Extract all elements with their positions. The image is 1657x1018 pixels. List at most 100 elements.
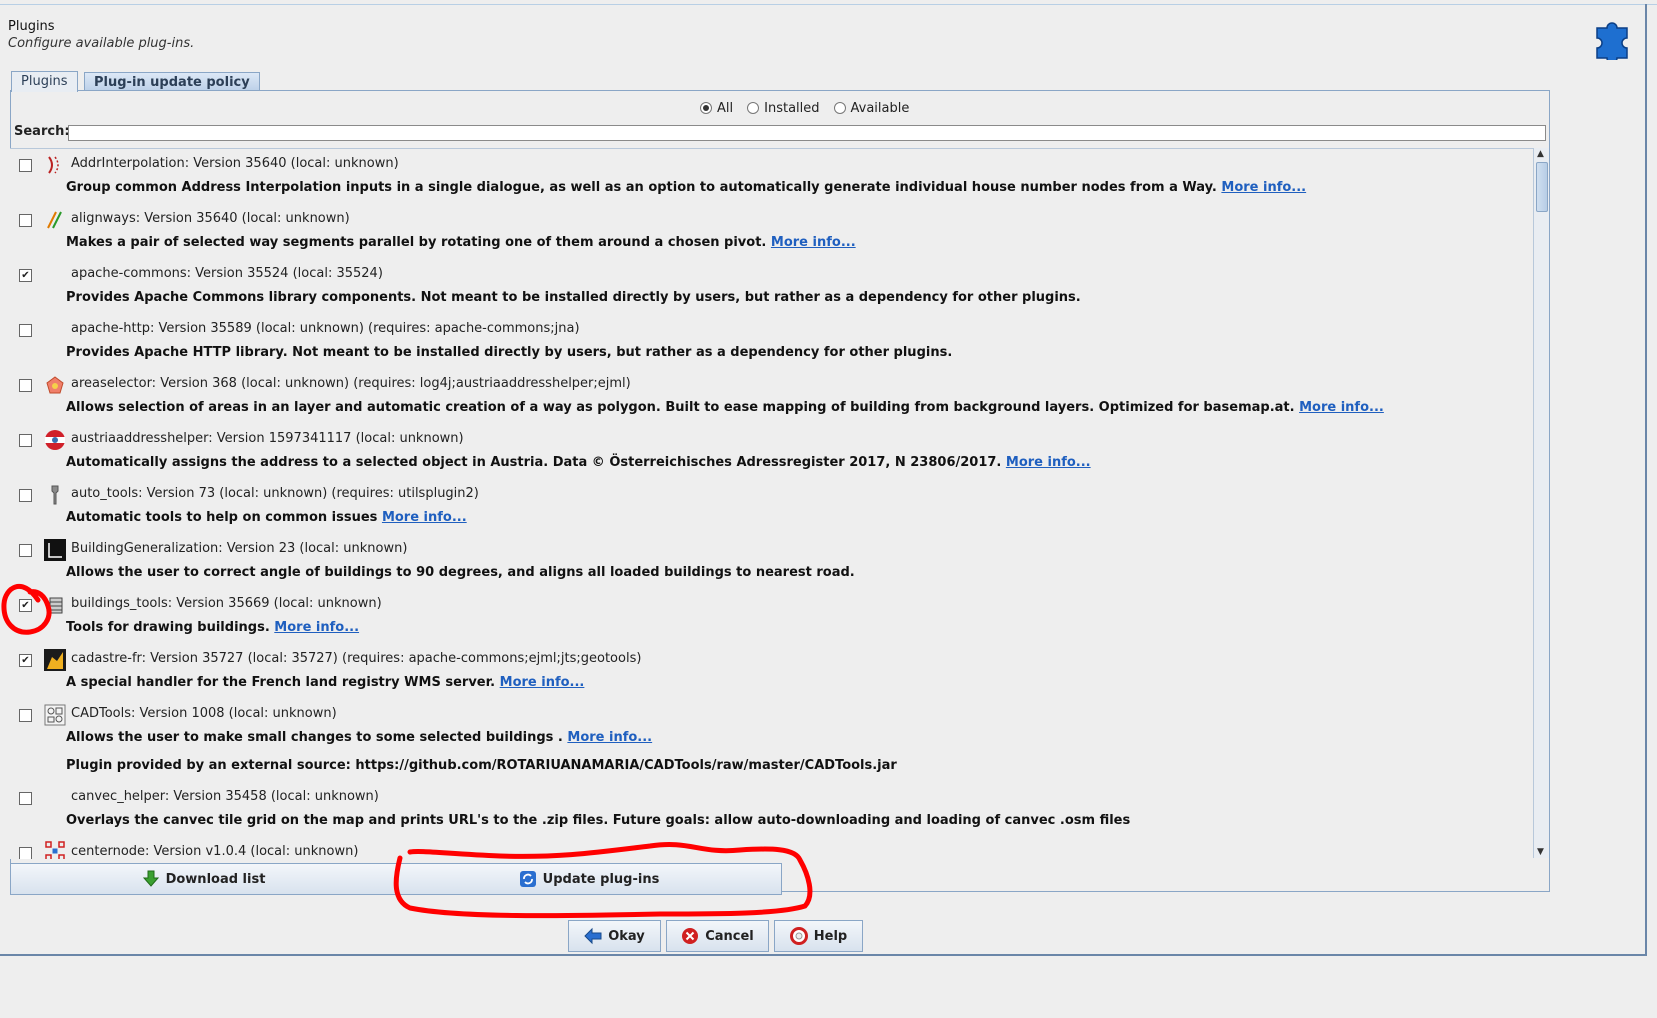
plugin-checkbox[interactable]: ✔ (19, 269, 32, 282)
refresh-icon (519, 871, 536, 887)
plugin-description: Overlays the canvec tile grid on the map… (66, 813, 1131, 828)
plugin-item: areaselector: Version 368 (local: unknow… (10, 369, 1530, 424)
plugin-item: apache-http: Version 35589 (local: unkno… (10, 314, 1530, 369)
plugin-checkbox[interactable] (19, 324, 32, 337)
radio-label: All (717, 100, 734, 116)
plugin-item: austriaaddresshelper: Version 1597341117… (10, 424, 1530, 479)
okay-button[interactable]: Okay (568, 920, 661, 952)
radio-label: Installed (764, 100, 820, 116)
radio-button[interactable] (700, 102, 712, 114)
radio-button[interactable] (833, 102, 846, 114)
plugin-checkbox[interactable] (19, 792, 32, 805)
plugin-checkbox[interactable] (19, 847, 32, 859)
tab-update-policy[interactable]: Plug-in update policy (84, 72, 260, 91)
lifebuoy-icon (789, 927, 808, 945)
more-info-link[interactable]: More info... (274, 620, 359, 635)
plugin-description: Tools for drawing buildings. More info..… (66, 620, 360, 635)
scroll-up-arrow-icon[interactable]: ▲ (1537, 149, 1544, 159)
plugin-title: AddrInterpolation: Version 35640 (local:… (71, 156, 399, 171)
plugin-checkbox[interactable] (19, 434, 32, 447)
help-label: Help (813, 928, 848, 944)
download-arrow-icon (142, 870, 159, 887)
plugin-checkbox[interactable] (19, 379, 32, 392)
dialog-title: Plugins (8, 19, 55, 34)
plugin-title: apache-http: Version 35589 (local: unkno… (71, 321, 580, 336)
filter-radio-group: All Installed Available (700, 99, 923, 117)
plugin-item: canvec_helper: Version 35458 (local: unk… (10, 782, 1530, 837)
more-info-link[interactable]: More info... (567, 730, 652, 745)
plugin-title: alignways: Version 35640 (local: unknown… (71, 211, 350, 226)
plugin-source-note: Plugin provided by an external source: h… (66, 758, 897, 773)
plugin-checkbox[interactable] (19, 489, 32, 502)
plugin-description: Allows the user to correct angle of buil… (66, 565, 855, 580)
plugin-checkbox[interactable] (19, 709, 32, 722)
plugin-item: BuildingGeneralization: Version 23 (loca… (10, 534, 1530, 589)
more-info-link[interactable]: More info... (1221, 180, 1306, 195)
plugin-list[interactable]: AddrInterpolation: Version 35640 (local:… (10, 148, 1535, 859)
help-button[interactable]: Help (774, 920, 863, 952)
back-arrow-icon (584, 927, 602, 945)
plugin-checkbox[interactable] (19, 159, 32, 172)
more-info-link[interactable]: More info... (1299, 400, 1384, 415)
plugin-item: alignways: Version 35640 (local: unknown… (10, 204, 1530, 259)
alignways-icon (47, 211, 62, 229)
plugin-title: austriaaddresshelper: Version 1597341117… (71, 431, 464, 446)
plugin-description: A special handler for the French land re… (66, 675, 585, 690)
areaselector-icon (46, 376, 64, 394)
radio-button[interactable] (747, 102, 760, 114)
cadtools-icon (44, 704, 66, 726)
list-scrollbar[interactable]: ▲ ▼ (1533, 148, 1549, 858)
plugin-description: Provides Apache Commons library componen… (66, 290, 1081, 305)
update-plugins-button[interactable]: Update plug-ins (396, 863, 782, 895)
cancel-button[interactable]: Cancel (666, 920, 769, 952)
tab-plugins[interactable]: Plugins (11, 71, 78, 92)
puzzle-piece-icon (1596, 22, 1628, 60)
plugin-checkbox[interactable] (19, 214, 32, 227)
scroll-down-arrow-icon[interactable]: ▼ (1537, 847, 1544, 857)
austria-flag-icon (45, 430, 65, 450)
plugin-description: Allows selection of areas in an layer an… (66, 400, 1384, 415)
plugin-item: CADTools: Version 1008 (local: unknown) … (10, 699, 1530, 782)
cadastre-fr-icon (44, 649, 66, 671)
plugin-title: canvec_helper: Version 35458 (local: unk… (71, 789, 379, 804)
plugin-title: areaselector: Version 368 (local: unknow… (71, 376, 631, 391)
okay-label: Okay (608, 928, 645, 944)
more-info-link[interactable]: More info... (1006, 455, 1091, 470)
search-input[interactable] (68, 125, 1546, 141)
more-info-link[interactable]: More info... (382, 510, 467, 525)
plugin-description: Automatic tools to help on common issues… (66, 510, 467, 525)
more-info-link[interactable]: More info... (500, 675, 585, 690)
plugin-item: AddrInterpolation: Version 35640 (local:… (10, 149, 1530, 204)
plugin-title: buildings_tools: Version 35669 (local: u… (71, 596, 382, 611)
scrollbar-thumb[interactable] (1536, 162, 1548, 212)
download-list-label: Download list (165, 871, 266, 887)
plugin-description: Automatically assigns the address to a s… (66, 455, 1091, 470)
building-generalization-icon (44, 539, 66, 561)
plugin-description: Makes a pair of selected way segments pa… (66, 235, 856, 250)
addr-interpolation-icon (48, 156, 59, 174)
cancel-icon (682, 928, 699, 944)
wrench-icon (51, 485, 59, 505)
plugin-description: Allows the user to make small changes to… (66, 730, 653, 745)
plugin-title: apache-commons: Version 35524 (local: 35… (71, 266, 383, 281)
plugin-title: auto_tools: Version 73 (local: unknown) … (71, 486, 479, 501)
cancel-label: Cancel (705, 928, 754, 944)
search-label: Search: (14, 124, 70, 139)
plugin-description: Group common Address Interpolation input… (66, 180, 1307, 195)
radio-installed[interactable]: Installed (747, 100, 820, 116)
plugin-checkbox[interactable]: ✔ (19, 599, 32, 612)
radio-all[interactable]: All (700, 101, 733, 116)
plugin-checkbox[interactable] (19, 544, 32, 557)
plugin-item: ✔ cadastre-fr: Version 35727 (local: 357… (10, 644, 1530, 699)
download-list-button[interactable]: Download list (10, 863, 397, 895)
plugin-title: CADTools: Version 1008 (local: unknown) (71, 706, 337, 721)
plugin-item: auto_tools: Version 73 (local: unknown) … (10, 479, 1530, 534)
plugin-item: centernode: Version v1.0.4 (local: unkno… (10, 837, 1530, 859)
plugin-checkbox[interactable]: ✔ (19, 654, 32, 667)
radio-available[interactable]: Available (833, 101, 909, 116)
dialog-subtitle: Configure available plug-ins. (8, 36, 195, 51)
centernode-icon (45, 841, 65, 859)
plugin-item: ✔ buildings_tools: Version 35669 (local:… (10, 589, 1530, 644)
update-plugins-label: Update plug-ins (542, 871, 660, 887)
more-info-link[interactable]: More info... (771, 235, 856, 250)
